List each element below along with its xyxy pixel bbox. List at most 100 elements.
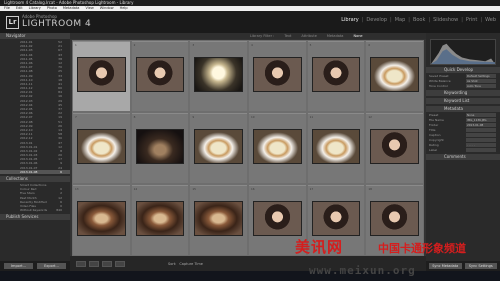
photo-thumbnail[interactable] [77,201,126,236]
row-value-field[interactable] [466,137,496,142]
photo-thumbnail[interactable] [253,201,302,236]
cell-index: 6 [368,43,371,47]
row-label: Preset [429,112,439,117]
cell-index: 12 [368,115,372,119]
grid-cell[interactable]: 2 [131,41,189,111]
sort-label: Sort: [168,261,177,266]
filter-text[interactable]: Text [284,34,291,38]
photo-thumbnail[interactable] [253,129,302,164]
photo-image [311,129,361,164]
photo-thumbnail[interactable] [135,57,185,92]
module-book[interactable]: Book [413,17,425,23]
export-button[interactable]: Export... [37,263,66,269]
comments-header[interactable]: Comments [426,154,500,160]
row-label: Caption [429,132,441,137]
grid-cell[interactable]: 13 [73,185,130,255]
module-map[interactable]: Map [395,17,406,23]
module-slideshow[interactable]: Slideshow [433,17,458,23]
row-label: Title [429,127,436,132]
row-value-field[interactable]: IMG_1136.JPG [466,117,496,122]
module-web[interactable]: Web [485,17,496,23]
photo-thumbnail[interactable] [135,129,185,164]
row-value-field[interactable]: 2013-01-08 [466,122,496,127]
collection-tree: Smart Collections Colour Red 0 Five Stars 2 P… [0,182,70,212]
photo-thumbnail[interactable] [311,129,361,164]
keywording-header[interactable]: Keywording [426,90,500,96]
folder-name: 2013-01-08 [20,169,38,174]
photo-image [77,201,126,236]
lr-logo: Lr [6,16,19,29]
photo-image [135,129,185,164]
filter-attribute[interactable]: Attribute [301,34,316,38]
module-separator: | [480,17,483,23]
photo-thumbnail[interactable] [135,201,185,236]
filter-none[interactable]: None [353,34,362,38]
row-value-field[interactable]: Auto Tone [466,83,496,88]
sync-metadata-button[interactable]: Sync Metadata [429,263,462,269]
sync-bar: Sync Metadata Sync Settings [426,261,500,271]
photo-thumbnail[interactable] [311,57,361,92]
photo-image [253,201,302,236]
import-button[interactable]: Import... [4,263,33,269]
photo-thumbnail[interactable] [194,129,243,164]
grid-cell[interactable]: 8 [131,113,189,183]
photo-thumbnail[interactable] [194,201,243,236]
publish-services-header[interactable]: Publish Services [0,214,70,221]
row-value-field[interactable] [466,132,496,137]
compare-view-button[interactable] [102,260,112,267]
photo-thumbnail[interactable] [194,57,243,92]
cell-index: 16 [251,187,255,191]
sort-value[interactable]: Capture Time [179,262,203,266]
grid-cell[interactable]: 5 [307,41,365,111]
photo-thumbnail[interactable] [311,201,361,236]
grid-cell[interactable]: 1 [73,41,130,111]
filter-metadata[interactable]: Metadata [327,34,344,38]
grid-cell[interactable]: 10 [249,113,306,183]
row-value-field[interactable]: Default Settings [466,73,496,78]
grid-cell[interactable]: 15 [190,185,247,255]
photo-thumbnail[interactable] [370,57,419,92]
filter-libraryfilter[interactable]: Library Filter : [250,34,274,38]
keyword-list-header[interactable]: Keyword List [426,98,500,104]
row-value-field[interactable]: None [466,112,496,117]
loupe-view-button[interactable] [89,260,99,267]
row-label: White Balance [429,78,451,83]
grid-cell[interactable]: 14 [131,185,189,255]
photo-thumbnail[interactable] [77,129,126,164]
cell-index: 18 [368,187,372,191]
folder-item[interactable]: 2013-01-08 6 [0,169,70,174]
photo-thumbnail[interactable] [370,129,419,164]
grid-cell[interactable]: 7 [73,113,130,183]
photo-image [311,57,361,92]
module-develop[interactable]: Develop [366,17,387,23]
row-value-field[interactable]: · · · · · [466,142,496,147]
cell-index: 14 [133,187,138,191]
grid-cell[interactable]: 11 [307,113,365,183]
photo-image [77,57,126,92]
module-separator: | [428,17,431,23]
row-value-field[interactable]: As Shot [466,78,496,83]
row-value-field[interactable] [466,147,496,152]
module-library[interactable]: Library [341,17,358,23]
photo-thumbnail[interactable] [370,201,419,236]
row-label: Tone Control [429,83,448,88]
module-print[interactable]: Print [466,17,478,23]
grid-cell[interactable]: 4 [249,41,306,111]
photo-thumbnail[interactable] [77,57,126,92]
row-label: Rating [429,142,439,147]
photo-thumbnail[interactable] [253,57,302,92]
right-panel: Quick Develop Saved Preset Default Settin… [426,33,500,271]
sync-settings-button[interactable]: Sync Settings [464,263,497,269]
grid-cell[interactable]: 6 [366,41,423,111]
collection-item[interactable]: Without Keywords 840 [0,208,70,212]
grid-cell[interactable]: 9 [190,113,247,183]
histogram-graph [431,43,495,64]
grid-view-button[interactable] [76,260,86,267]
grid-cell[interactable]: 12 [366,113,423,183]
app-window: Lightroom 4 Catalog.lrcat - Adobe Photos… [0,0,500,281]
histogram [430,39,496,65]
quick-develop-rows: Saved Preset Default Settings White Balanc… [426,73,500,88]
row-value-field[interactable] [466,127,496,132]
survey-view-button[interactable] [115,260,125,267]
grid-cell[interactable]: 3 [190,41,247,111]
